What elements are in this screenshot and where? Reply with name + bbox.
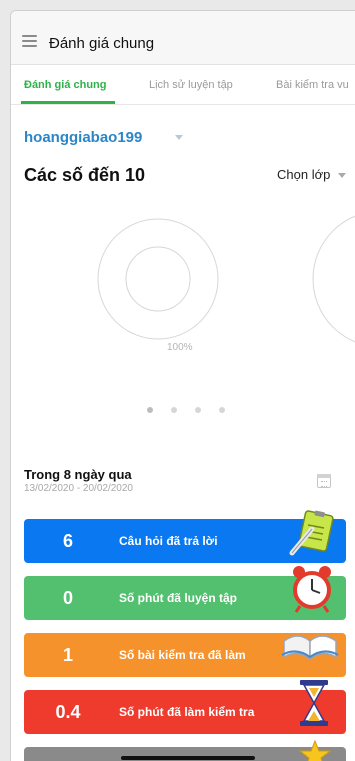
hourglass-icon [300, 680, 328, 726]
clipboard-pencil-icon [289, 510, 334, 556]
pagination-dot[interactable] [171, 407, 177, 413]
tab-bar: Đánh giá chung Lịch sử luyện tập Bài kiể… [11, 65, 355, 105]
tab-practice-history[interactable]: Lịch sử luyện tập [149, 79, 233, 91]
tab-tests[interactable]: Bài kiểm tra vu [276, 79, 349, 91]
pagination-dot[interactable] [219, 407, 225, 413]
chevron-down-icon[interactable] [338, 173, 346, 178]
progress-ring-inner [125, 246, 191, 312]
topic-title: Các số đến 10 [24, 165, 146, 185]
pagination-dot[interactable] [147, 407, 153, 413]
page-title: Đánh giá chung [49, 35, 155, 52]
stat-tests-taken[interactable]: 1 Số bài kiểm tra đã làm [24, 633, 346, 677]
stat-value: 1 [62, 645, 73, 665]
period-range: 13/02/2020 - 20/02/2020 [24, 483, 133, 494]
stat-value: 0.4 [55, 702, 81, 722]
progress-ring-outer [97, 218, 219, 340]
progress-percent-label: 100% [167, 342, 193, 353]
tab-overview[interactable]: Đánh giá chung [24, 79, 107, 91]
class-selector[interactable]: Chọn lớp [277, 167, 330, 182]
chevron-down-icon[interactable] [175, 135, 183, 140]
stat-label: Số bài kiểm tra đã làm [119, 648, 246, 662]
progress-ring-carousel[interactable] [11, 211, 355, 391]
app-bar: Đánh giá chung [11, 11, 355, 65]
pagination-dot[interactable] [195, 407, 201, 413]
star-icon [298, 739, 332, 761]
menu-icon[interactable] [22, 35, 37, 47]
stat-value: 6 [62, 531, 73, 551]
next-progress-ring [312, 215, 355, 343]
active-tab-indicator [21, 101, 115, 104]
stat-questions-answered[interactable]: 6 Câu hỏi đã trả lời [24, 510, 346, 563]
stat-test-minutes[interactable]: 0.4 Số phút đã làm kiểm tra [24, 680, 346, 734]
stat-value: 0 [62, 588, 73, 608]
stat-label: Câu hỏi đã trả lời [119, 534, 218, 548]
calendar-icon[interactable] [317, 474, 331, 488]
stat-label: Số phút đã làm kiểm tra [119, 705, 255, 719]
username-selector[interactable]: hoanggiabao199 [24, 129, 142, 146]
home-indicator [121, 756, 255, 760]
app-screen: Đánh giá chung Đánh giá chung Lịch sử lu… [10, 10, 355, 761]
period-title: Trong 8 ngày qua [24, 467, 132, 482]
alarm-clock-icon [293, 566, 331, 613]
stat-label: Số phút đã luyện tập [119, 591, 238, 605]
stat-practice-minutes[interactable]: 0 Số phút đã luyện tập [24, 566, 346, 620]
open-book-icon [281, 635, 339, 661]
